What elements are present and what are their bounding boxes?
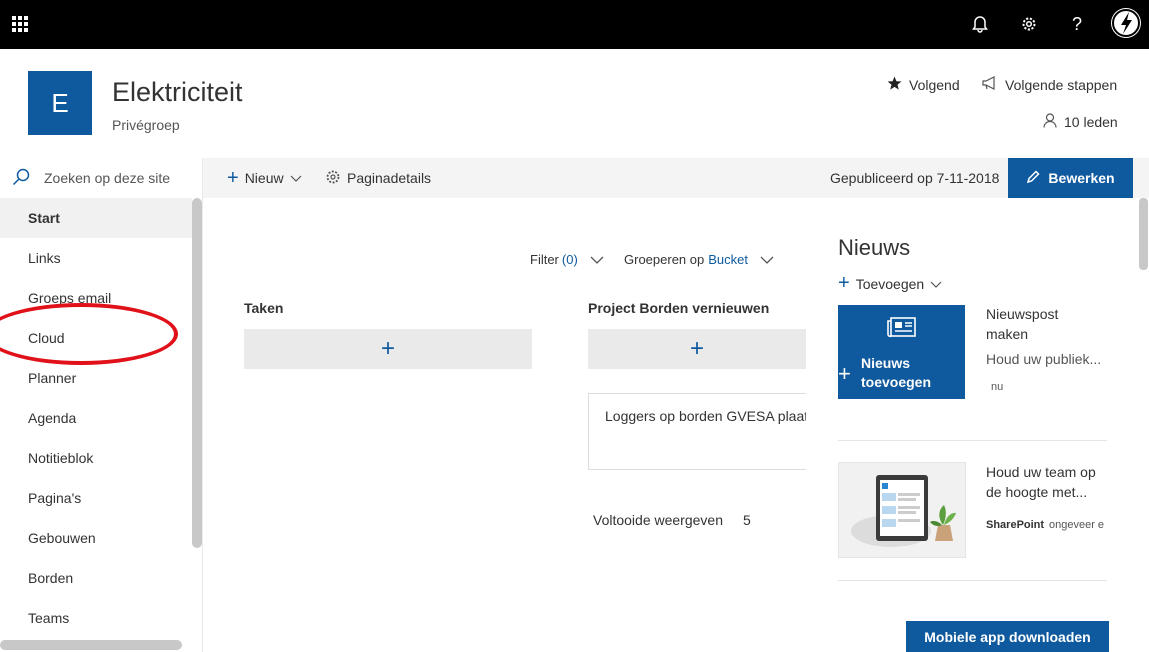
chevron-down-icon bbox=[290, 170, 302, 186]
task-card[interactable]: Loggers op borden GVESA plaatsen bbox=[588, 393, 806, 470]
nav-scrollbar[interactable] bbox=[192, 198, 202, 548]
follow-button[interactable]: Volgend bbox=[887, 76, 960, 94]
add-news-label: Nieuws toevoegen bbox=[861, 354, 931, 392]
news-post-title[interactable]: Nieuwspost maken bbox=[986, 304, 1058, 344]
bucket-title-project: Project Borden vernieuwen bbox=[588, 300, 770, 316]
pencil-icon bbox=[1026, 169, 1040, 187]
task-title: Loggers op borden GVESA plaatsen bbox=[605, 408, 806, 424]
bell-icon[interactable] bbox=[968, 12, 992, 36]
chevron-down-icon bbox=[590, 252, 604, 267]
news-post-time: nu bbox=[991, 381, 1004, 393]
site-title[interactable]: Elektriciteit bbox=[112, 77, 243, 108]
show-completed-toggle[interactable]: Voltooide weergeven 5 bbox=[593, 512, 751, 528]
news-item-2-time: ongeveer e bbox=[1049, 519, 1105, 531]
page-details-label: Paginadetails bbox=[347, 170, 432, 186]
news-divider bbox=[838, 580, 1107, 581]
newspaper-icon bbox=[887, 316, 917, 343]
left-navigation: Zoeken op deze site Start Links Groeps e… bbox=[0, 158, 203, 652]
nav-item-start[interactable]: Start bbox=[0, 198, 192, 238]
members-label: 10 leden bbox=[1064, 114, 1118, 130]
add-news-tile[interactable]: + Nieuws toevoegen bbox=[838, 305, 965, 399]
nav-item-notitieblok[interactable]: Notitieblok bbox=[0, 438, 192, 478]
new-label: Nieuw bbox=[244, 170, 284, 186]
add-task-button-taken[interactable]: + bbox=[244, 329, 532, 369]
news-item-2-title-line2: de hoogte met... bbox=[986, 484, 1088, 500]
news-post-description: Houd uw publiek... bbox=[986, 351, 1102, 367]
next-steps-button[interactable]: Volgende stappen bbox=[982, 76, 1117, 93]
plus-icon: + bbox=[838, 361, 851, 386]
star-icon bbox=[887, 76, 902, 94]
nav-item-borden[interactable]: Borden bbox=[0, 558, 192, 598]
nav-horizontal-scrollbar[interactable] bbox=[0, 640, 182, 650]
members-button[interactable]: 10 leden bbox=[1043, 113, 1118, 131]
site-logo[interactable]: E bbox=[28, 71, 92, 135]
next-steps-label: Volgende stappen bbox=[1005, 76, 1118, 93]
person-icon bbox=[1043, 113, 1057, 131]
nav-item-paginas[interactable]: Pagina's bbox=[0, 478, 192, 518]
completed-label: Voltooide weergeven bbox=[593, 512, 723, 528]
news-item-2-title[interactable]: Houd uw team op de hoogte met... bbox=[986, 462, 1096, 502]
news-add-label: Toevoegen bbox=[855, 275, 925, 292]
nav-item-links[interactable]: Links bbox=[0, 238, 192, 278]
add-task-button-project[interactable]: + bbox=[588, 329, 806, 369]
add-news-label-line1: Nieuws bbox=[861, 355, 911, 371]
new-button[interactable]: + Nieuw bbox=[227, 158, 302, 198]
news-item-2-title-line1: Houd uw team op bbox=[986, 464, 1096, 480]
page-scrollbar[interactable] bbox=[1139, 198, 1148, 270]
search-icon bbox=[12, 168, 30, 189]
completed-count: 5 bbox=[743, 512, 751, 528]
group-by-dropdown[interactable]: Groeperen op Bucket bbox=[624, 252, 774, 267]
page-details-button[interactable]: Paginadetails bbox=[325, 158, 431, 198]
settings-icon bbox=[325, 169, 341, 188]
news-post-title-line1: Nieuwspost bbox=[986, 306, 1059, 322]
mobile-app-download-button[interactable]: Mobiele app downloaden bbox=[906, 621, 1109, 652]
news-item-2-source: SharePoint bbox=[986, 519, 1045, 531]
group-by-value: Bucket bbox=[708, 252, 748, 267]
app-launcher-icon[interactable] bbox=[12, 16, 28, 32]
site-search-box[interactable]: Zoeken op deze site bbox=[0, 158, 202, 198]
help-icon[interactable]: ? bbox=[1065, 12, 1089, 36]
plus-icon: + bbox=[227, 166, 239, 189]
bucket-title-taken: Taken bbox=[244, 300, 284, 316]
news-add-button[interactable]: + Toevoegen bbox=[838, 272, 942, 295]
search-placeholder[interactable]: Zoeken op deze site bbox=[44, 170, 170, 186]
plus-icon: + bbox=[838, 272, 850, 294]
add-news-label-line2: toevoegen bbox=[861, 374, 932, 390]
news-post-title-line2: maken bbox=[986, 326, 1029, 342]
follow-label: Volgend bbox=[909, 77, 960, 93]
user-avatar[interactable] bbox=[1111, 8, 1141, 38]
published-date: Gepubliceerd op 7-11-2018 bbox=[830, 170, 1000, 186]
filter-label: Filter bbox=[530, 252, 559, 267]
filter-dropdown[interactable]: Filter (0) bbox=[530, 252, 604, 267]
group-by-label: Groeperen op bbox=[624, 252, 705, 267]
nav-item-teams[interactable]: Teams bbox=[0, 598, 192, 638]
suite-bar: ? bbox=[0, 0, 1149, 49]
nav-item-gebouwen[interactable]: Gebouwen bbox=[0, 518, 192, 558]
tablet-illustration bbox=[851, 475, 956, 547]
chevron-down-icon bbox=[930, 276, 942, 292]
news-heading: Nieuws bbox=[838, 235, 911, 260]
filter-count: (0) bbox=[561, 252, 578, 267]
news-divider bbox=[838, 440, 1107, 441]
edit-label: Bewerken bbox=[1048, 170, 1115, 186]
news-thumbnail[interactable] bbox=[838, 462, 966, 558]
site-privacy-label: Privégroep bbox=[112, 117, 180, 133]
edit-button[interactable]: Bewerken bbox=[1008, 158, 1133, 198]
gear-icon[interactable] bbox=[1017, 12, 1041, 36]
chevron-down-icon bbox=[760, 252, 774, 267]
nav-item-agenda[interactable]: Agenda bbox=[0, 398, 192, 438]
megaphone-icon bbox=[982, 76, 998, 93]
